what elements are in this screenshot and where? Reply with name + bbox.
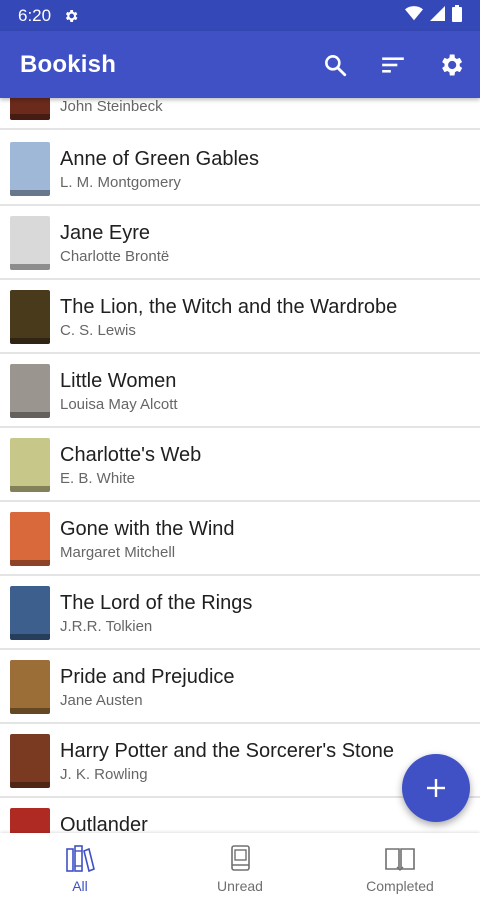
book-open-icon (385, 848, 415, 871)
book-author: Louisa May Alcott (60, 396, 178, 413)
book-title: The Lord of the Rings (60, 592, 253, 614)
book-author: L. M. Montgomery (60, 174, 181, 191)
app-title: Bookish (20, 50, 117, 78)
book-cover (10, 808, 50, 833)
book-author: J.R.R. Tolkien (60, 618, 153, 635)
book-cover (10, 290, 50, 344)
book-row[interactable]: The Lord of the Rings J.R.R. Tolkien (0, 576, 480, 650)
book-title: Little Women (60, 370, 177, 392)
book-cover (10, 438, 50, 492)
book-author: Charlotte Brontë (60, 248, 170, 265)
nav-all-label: All (72, 878, 88, 894)
signal-icon (430, 5, 445, 26)
book-title: Charlotte's Web (60, 444, 202, 466)
book-cover (10, 512, 50, 566)
nav-completed-label: Completed (366, 878, 434, 894)
book-cover (10, 734, 50, 788)
book-title: Harry Potter and the Sorcerer's Stone (60, 740, 394, 762)
book-list[interactable]: John Steinbeck Anne of Green Gables L. M… (0, 98, 480, 833)
book-title: Jane Eyre (60, 222, 151, 244)
book-row[interactable]: John Steinbeck (0, 98, 480, 130)
book-title: Gone with the Wind (60, 518, 235, 540)
book-row[interactable]: Little Women Louisa May Alcott (0, 354, 480, 428)
book-title: Outlander (60, 814, 148, 833)
status-icons (405, 4, 462, 27)
plus-icon (427, 779, 445, 797)
nav-all[interactable]: All (0, 833, 160, 900)
book-cover (10, 142, 50, 196)
book-author: Margaret Mitchell (60, 544, 176, 561)
book-title: The Lion, the Witch and the Wardrobe (60, 296, 398, 318)
book-row[interactable]: Gone with the Wind Margaret Mitchell (0, 502, 480, 576)
book-row[interactable]: Charlotte's Web E. B. White (0, 428, 480, 502)
settings-status-icon (63, 8, 79, 24)
book-cover (10, 98, 50, 120)
nav-unread-label: Unread (217, 878, 263, 894)
wifi-icon (405, 5, 423, 26)
book-closed-icon (231, 845, 250, 871)
book-row[interactable]: The Lion, the Witch and the Wardrobe C. … (0, 280, 480, 354)
add-book-button[interactable] (402, 754, 470, 822)
book-cover (10, 216, 50, 270)
app-bar-actions (306, 36, 480, 94)
book-row[interactable]: Anne of Green Gables L. M. Montgomery (0, 132, 480, 206)
battery-icon (452, 4, 462, 27)
bottom-navigation: All Unread Completed (0, 833, 480, 900)
app-bar: Bookish (0, 31, 480, 98)
book-row[interactable]: Pride and Prejudice Jane Austen (0, 650, 480, 724)
book-title: Pride and Prejudice (60, 666, 235, 688)
book-author: John Steinbeck (60, 98, 163, 115)
sort-icon (382, 56, 404, 73)
book-author: J. K. Rowling (60, 766, 148, 783)
settings-button[interactable] (422, 36, 480, 94)
status-bar: 6:20 (0, 0, 480, 31)
book-title: Anne of Green Gables (60, 148, 260, 170)
book-cover (10, 660, 50, 714)
search-button[interactable] (306, 36, 364, 94)
nav-unread[interactable]: Unread (160, 833, 320, 900)
search-icon (325, 54, 347, 76)
book-author: C. S. Lewis (60, 322, 136, 339)
books-icon (66, 845, 95, 873)
gear-icon (442, 54, 463, 75)
book-author: Jane Austen (60, 692, 143, 709)
nav-completed[interactable]: Completed (320, 833, 480, 900)
book-cover (10, 364, 50, 418)
sort-button[interactable] (364, 36, 422, 94)
book-author: E. B. White (60, 470, 136, 487)
book-cover (10, 586, 50, 640)
status-time: 6:20 (18, 5, 52, 25)
book-row[interactable]: Jane Eyre Charlotte Brontë (0, 206, 480, 280)
